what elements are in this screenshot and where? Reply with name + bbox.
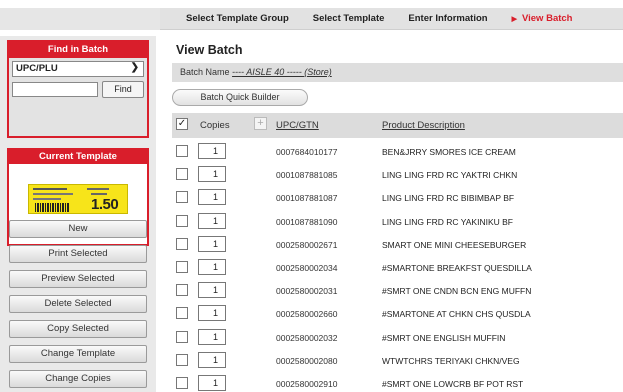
- row-checkbox[interactable]: [176, 237, 188, 250]
- step-view-batch[interactable]: ▶ View Batch: [512, 13, 573, 24]
- copies-input[interactable]: 1: [198, 375, 226, 391]
- upc-cell: 0002580002671: [276, 239, 338, 250]
- page-title: View Batch: [176, 43, 243, 57]
- description-cell: #SMRT ONE ENGLISH MUFFIN: [382, 332, 506, 343]
- batch-name-label: Batch Name: [180, 67, 230, 77]
- table-row: 1 0002580002660 #SMARTONE AT CHKN CHS QUSD…: [172, 303, 623, 326]
- copies-input[interactable]: 1: [198, 305, 226, 322]
- batch-name-link[interactable]: ---- AISLE 40 ----- (Store): [232, 67, 332, 77]
- row-checkbox[interactable]: [176, 261, 188, 273]
- select-all-checkbox[interactable]: ✓: [176, 118, 188, 130]
- table-row: 1 0002580002080 WTWTCHRS TERIYAKI CHKN/VEG: [172, 350, 623, 373]
- change-template-button[interactable]: Change Template: [9, 345, 147, 363]
- triangle-right-icon: ▶: [511, 16, 517, 23]
- description-cell: #SMARTONE AT CHKN CHS QUSDLA: [382, 309, 531, 320]
- row-checkbox[interactable]: [176, 168, 188, 181]
- row-checkbox[interactable]: [176, 330, 188, 343]
- row-checkbox[interactable]: [176, 145, 188, 157]
- table-row: 1 0002580002034 #SMARTONE BREAKFST QUESDIL…: [172, 257, 623, 280]
- table-row: 1 0001087881090 LING LING FRD RC YAKINIKU …: [172, 211, 623, 234]
- current-template-title: Current Template: [9, 150, 147, 164]
- table-row: 1 0002580002031 #SMRT ONE CNDN BCN ENG MUF…: [172, 280, 623, 303]
- plus-icon[interactable]: +: [254, 117, 267, 130]
- batch-name-bar: Batch Name ---- AISLE 40 ----- (Store): [172, 63, 623, 82]
- find-field-select[interactable]: UPC/PLU ❯: [12, 61, 144, 77]
- row-checkbox[interactable]: [176, 214, 188, 227]
- description-cell: WTWTCHRS TERIYAKI CHKN/VEG: [382, 355, 520, 366]
- preview-selected-button[interactable]: Preview Selected: [9, 270, 147, 288]
- find-in-batch-panel: Find in Batch UPC/PLU ❯ Find: [7, 40, 149, 138]
- table-row: 1 0007684010177 BEN&JRRY SMORES ICE CREAM: [172, 141, 623, 164]
- upc-cell: 0002580002080: [276, 355, 338, 366]
- top-nav: Select Template Group Select Template En…: [0, 0, 623, 32]
- find-in-batch-title: Find in Batch: [9, 42, 147, 58]
- upc-cell: 0002580002031: [276, 286, 338, 297]
- description-cell: #SMRT ONE CNDN BCN ENG MUFFN: [382, 286, 532, 297]
- find-button[interactable]: Find: [102, 81, 144, 98]
- copy-selected-button[interactable]: Copy Selected: [9, 320, 147, 338]
- step-enter-information[interactable]: Enter Information: [408, 13, 487, 24]
- copies-input[interactable]: 1: [198, 212, 226, 229]
- row-checkbox[interactable]: [176, 191, 188, 204]
- description-header[interactable]: Product Description: [382, 120, 465, 131]
- template-preview-image[interactable]: 1.50: [28, 184, 128, 214]
- description-cell: SMART ONE MINI CHEESEBURGER: [382, 239, 527, 250]
- row-checkbox[interactable]: [176, 307, 188, 320]
- delete-selected-button[interactable]: Delete Selected: [9, 295, 147, 313]
- table-row: 1 0002580002671 SMART ONE MINI CHEESEBURGE…: [172, 234, 623, 257]
- copies-input[interactable]: 1: [198, 351, 226, 368]
- wizard-steps: Select Template Group Select Template En…: [160, 8, 623, 30]
- description-cell: LING LING FRD RC YAKTRI CHKN: [382, 170, 518, 181]
- upc-cell: 0001087881085: [276, 170, 338, 181]
- find-field-value: UPC/PLU: [16, 63, 58, 74]
- copies-input[interactable]: 1: [198, 143, 226, 159]
- chevron-down-icon: ❯: [130, 62, 139, 73]
- new-button[interactable]: New: [9, 220, 147, 238]
- upc-cell: 0001087881090: [276, 216, 338, 227]
- copies-input[interactable]: 1: [198, 282, 226, 299]
- step-select-template[interactable]: Select Template: [313, 13, 385, 24]
- copies-input[interactable]: 1: [198, 328, 226, 345]
- change-copies-button[interactable]: Change Copies: [9, 370, 147, 388]
- upc-cell: 0002580002910: [276, 379, 338, 389]
- row-checkbox[interactable]: [176, 284, 188, 297]
- upc-cell: 0007684010177: [276, 147, 338, 157]
- upc-cell: 0002580002660: [276, 309, 338, 320]
- description-cell: LING LING FRD RC BIBIMBAP BF: [382, 193, 515, 204]
- template-price: 1.50: [91, 196, 119, 213]
- upc-cell: 0001087881087: [276, 193, 338, 204]
- nav-spacer: [0, 8, 160, 30]
- table-row: 1 0001087881085 LING LING FRD RC YAKTRI CH…: [172, 164, 623, 187]
- step-view-batch-label: View Batch: [521, 13, 573, 24]
- print-selected-button[interactable]: Print Selected: [9, 245, 147, 263]
- sidebar: Find in Batch UPC/PLU ❯ Find Current Tem…: [0, 36, 156, 392]
- copies-input[interactable]: 1: [198, 189, 226, 206]
- upc-cell: 0002580002034: [276, 263, 338, 273]
- upc-header[interactable]: UPC/GTN: [276, 120, 319, 131]
- upc-cell: 0002580002032: [276, 332, 338, 343]
- copies-header: Copies: [200, 120, 230, 131]
- table-row: 1 0001087881087 LING LING FRD RC BIBIMBAP …: [172, 187, 623, 210]
- description-cell: BEN&JRRY SMORES ICE CREAM: [382, 147, 516, 157]
- barcode-icon: [35, 203, 69, 212]
- row-checkbox[interactable]: [176, 353, 188, 366]
- table-header: ✓ Copies + UPC/GTN Product Description: [172, 113, 623, 138]
- copies-input[interactable]: 1: [198, 259, 226, 275]
- description-cell: LING LING FRD RC YAKINIKU BF: [382, 216, 513, 227]
- step-select-template-group[interactable]: Select Template Group: [186, 13, 289, 24]
- copies-input[interactable]: 1: [198, 235, 226, 252]
- find-input[interactable]: [12, 82, 98, 97]
- table-row: 1 0002580002910 #SMRT ONE LOWCRB BF POT RS…: [172, 373, 623, 392]
- batch-quick-builder-button[interactable]: Batch Quick Builder: [172, 89, 308, 106]
- table-row: 1 0002580002032 #SMRT ONE ENGLISH MUFFIN: [172, 327, 623, 350]
- description-cell: #SMARTONE BREAKFST QUESDILLA: [382, 263, 532, 273]
- copies-input[interactable]: 1: [198, 166, 226, 183]
- description-cell: #SMRT ONE LOWCRB BF POT RST: [382, 379, 524, 389]
- row-checkbox[interactable]: [176, 377, 188, 389]
